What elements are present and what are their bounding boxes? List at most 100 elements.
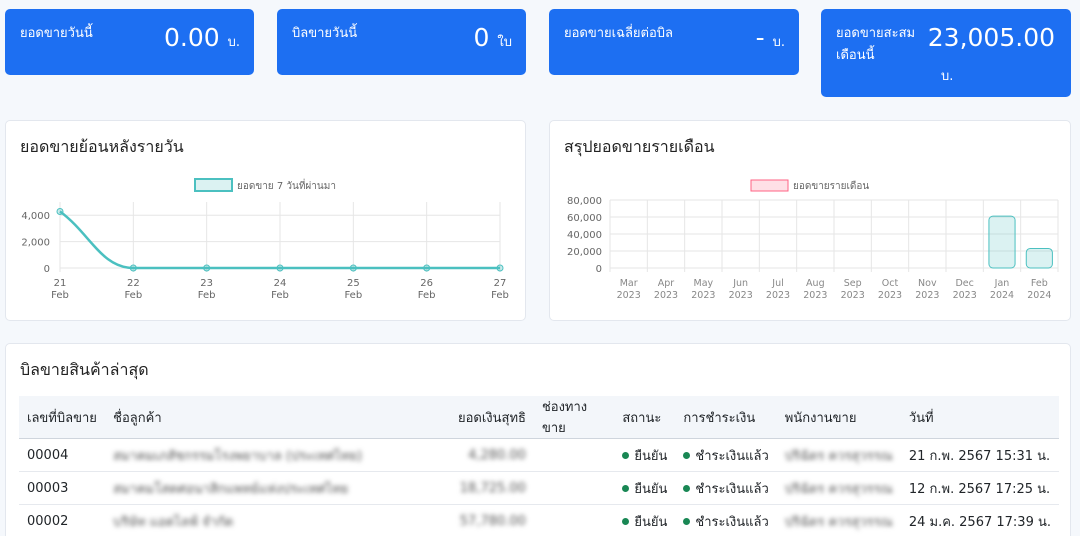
legend-label: ยอดขายรายเดือน [793, 180, 869, 192]
x-tick-label: Jul [771, 278, 783, 289]
payment-badge: ชำระเงินแล้ว [675, 504, 777, 536]
x-tick-label: 2023 [878, 290, 902, 301]
stat-today-bills: บิลขายวันนี้ 0 ใบ [277, 9, 526, 75]
bill-date: 24 ม.ค. 2567 17:39 น. [900, 504, 1059, 536]
x-tick-label: Apr [658, 278, 675, 289]
sales-channel [533, 504, 615, 536]
col-date: วันที่ [900, 396, 1059, 439]
x-tick-label: 2023 [915, 290, 939, 301]
bill-date: 12 ก.พ. 2567 17:25 น. [900, 471, 1059, 505]
x-tick-label: May [694, 278, 714, 289]
status-dot-icon [622, 517, 630, 525]
recent-bills-card: บิลขายสินค้าล่าสุด เลขที่บิลขาย ชื่อลูกค… [5, 343, 1071, 536]
x-tick-label: Oct [882, 278, 899, 289]
x-tick-label: 2024 [1027, 290, 1051, 301]
monthly-sales-chart: ยอดขายรายเดือน 0 20,000 40,000 60,000 80,000 M… [567, 179, 1059, 301]
salesperson: ปริฉัตร ควรสุวรรณ [776, 504, 901, 536]
status-dot-icon [622, 484, 630, 492]
y-tick-label: 4,000 [21, 211, 50, 222]
x-tick-label: 2023 [654, 290, 678, 301]
x-tick-label: 2024 [990, 290, 1014, 301]
y-tick-label: 60,000 [567, 213, 602, 224]
data-point [203, 264, 211, 272]
table-row[interactable]: 00002 บริษัท แอดไลฟ์ จำกัด 57,780.00 ยืน… [19, 504, 1059, 536]
data-point [423, 264, 431, 272]
x-tick-label: Dec [955, 278, 973, 289]
status-dot-icon [622, 451, 630, 459]
x-tick-label: 24 [274, 278, 287, 289]
bar [988, 215, 1016, 269]
recent-bills-title: บิลขายสินค้าล่าสุด [20, 360, 149, 379]
x-tick-label: Jun [732, 278, 748, 289]
table-header-row: เลขที่บิลขาย ชื่อลูกค้า ยอดเงินสุทธิ ช่อ… [19, 396, 1059, 439]
sales-channel [533, 471, 615, 505]
daily-sales-title: ยอดขายย้อนหลังรายวัน [20, 137, 184, 156]
legend-swatch [750, 179, 789, 192]
daily-sales-chart: ยอดขาย 7 วันที่ผ่านมา02,0004,00021Feb22F… [21, 178, 509, 301]
bill-number: 00003 [19, 471, 106, 505]
bill-number: 00004 [19, 438, 106, 472]
stat-month-total: ยอดขายสะสมเดือนนี้ 23,005.00 บ. [821, 9, 1071, 97]
payment-badge: ชำระเงินแล้ว [675, 438, 777, 472]
stat-value: 0 ใบ [473, 23, 512, 52]
data-point [56, 208, 64, 216]
col-bill-no: เลขที่บิลขาย [19, 396, 106, 439]
monthly-sales-card: สรุปยอดขายรายเดือน ยอดขายรายเดือน 0 20,000… [549, 120, 1071, 321]
stat-label: ยอดขายเฉลี่ยต่อบิล [564, 26, 674, 41]
x-tick-label: 2023 [953, 290, 977, 301]
data-point [349, 264, 357, 272]
col-channel: ช่องทางขาย [533, 396, 615, 439]
x-tick-label: 2023 [841, 290, 865, 301]
x-tick-label: 2023 [766, 290, 790, 301]
legend-label: ยอดขาย 7 วันที่ผ่านมา [237, 178, 336, 192]
status-dot-icon [683, 517, 691, 525]
x-tick-label: 27 [494, 278, 507, 289]
stat-value: 23,005.00 [927, 23, 1055, 52]
col-staff: พนักงานขาย [776, 396, 901, 439]
stat-unit: บ. [772, 35, 785, 50]
col-customer: ชื่อลูกค้า [105, 396, 432, 439]
x-tick-label: Aug [806, 278, 825, 289]
x-tick-label: 22 [127, 278, 140, 289]
x-tick-label: 26 [420, 278, 433, 289]
customer-name: สมาคมเภสัชกรรมโรงพยาบาล (ประเทศไทย) [105, 438, 432, 472]
y-tick-label: 0 [44, 264, 50, 275]
monthly-sales-title: สรุปยอดขายรายเดือน [564, 137, 715, 156]
x-tick-label: Sep [844, 278, 862, 289]
y-tick-label: 2,000 [21, 238, 50, 249]
x-tick-label: Feb [271, 290, 289, 301]
x-tick-label: Feb [124, 290, 142, 301]
stat-unit: บ. [941, 69, 954, 84]
data-point [129, 264, 137, 272]
col-payment: การชำระเงิน [675, 396, 777, 439]
stat-avg-per-bill: ยอดขายเฉลี่ยต่อบิล - บ. [549, 9, 799, 75]
table-row[interactable]: 00004 สมาคมเภสัชกรรมโรงพยาบาล (ประเทศไทย… [19, 438, 1059, 472]
recent-bills-table: เลขที่บิลขาย ชื่อลูกค้า ยอดเงินสุทธิ ช่อ… [19, 396, 1059, 536]
stat-unit: ใบ [497, 35, 512, 50]
stat-label: บิลขายวันนี้ [292, 26, 358, 41]
x-tick-label: Feb [491, 290, 509, 301]
x-tick-label: 21 [54, 278, 67, 289]
stat-value: 0.00 บ. [163, 23, 240, 52]
x-tick-label: Mar [620, 278, 638, 289]
y-tick-label: 0 [596, 264, 602, 275]
bar [1025, 247, 1053, 269]
y-tick-label: 40,000 [567, 230, 602, 241]
payment-badge: ชำระเงินแล้ว [675, 471, 777, 505]
salesperson: ปริฉัตร ควรสุวรรณ [776, 438, 901, 472]
x-tick-label: Feb [418, 290, 436, 301]
status-badge: ยืนยัน [614, 504, 676, 536]
stat-label: ยอดขายสะสมเดือนนี้ [836, 26, 916, 63]
bill-number: 00002 [19, 504, 106, 536]
legend-swatch [194, 178, 233, 192]
y-tick-label: 20,000 [567, 247, 602, 258]
col-status: สถานะ [614, 396, 676, 439]
net-amount: 4,280.00 [431, 438, 534, 472]
net-amount: 18,725.00 [431, 471, 534, 505]
x-tick-label: 2023 [729, 290, 753, 301]
status-dot-icon [683, 451, 691, 459]
table-row[interactable]: 00003 สมาคมโสตศอนาสิกแพทย์แห่งประเทศไทย … [19, 471, 1059, 505]
x-tick-label: Feb [1031, 278, 1048, 289]
stat-unit: บ. [227, 35, 240, 50]
stat-label: ยอดขายวันนี้ [20, 26, 93, 41]
